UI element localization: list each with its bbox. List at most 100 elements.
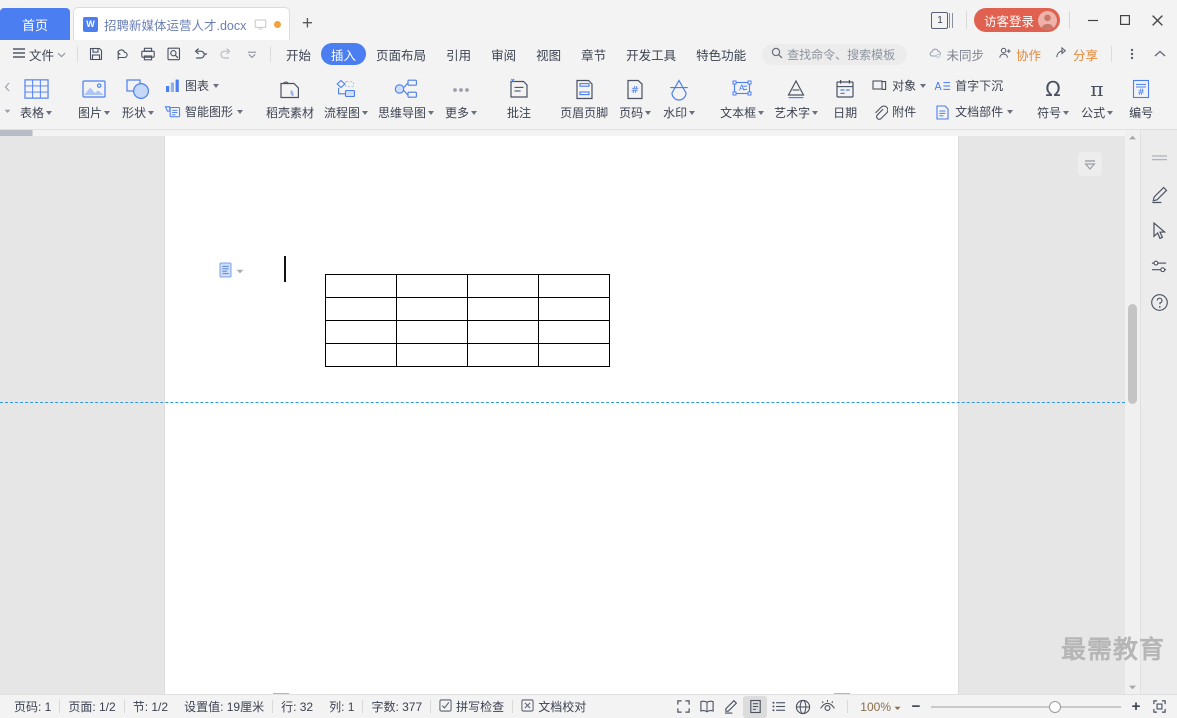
table-cell[interactable] bbox=[325, 274, 397, 298]
insert-textbox-button[interactable]: A 文本框 bbox=[715, 71, 769, 127]
page-layout-icon[interactable] bbox=[743, 695, 768, 718]
table-cell[interactable] bbox=[325, 320, 397, 344]
scroll-thumb[interactable] bbox=[1128, 304, 1137, 404]
scroll-up-arrow[interactable] bbox=[1128, 130, 1137, 144]
maximize-button[interactable] bbox=[1109, 4, 1141, 36]
outline-layout-icon[interactable] bbox=[767, 696, 791, 718]
insert-flowchart-button[interactable]: 流程图 bbox=[319, 71, 373, 127]
edit-layout-icon[interactable] bbox=[719, 696, 743, 718]
vertical-scrollbar[interactable] bbox=[1125, 130, 1140, 694]
ribbon-scroll-left[interactable] bbox=[0, 68, 14, 130]
table-cell[interactable] bbox=[538, 343, 610, 367]
zoom-slider[interactable] bbox=[931, 700, 1121, 713]
reading-layout-icon[interactable] bbox=[695, 696, 719, 718]
doc-parts-button[interactable]: 文档部件 bbox=[930, 100, 1017, 124]
customize-toolbar-icon[interactable] bbox=[239, 42, 265, 66]
scroll-track[interactable] bbox=[1125, 144, 1140, 680]
file-menu-button[interactable]: 文件 bbox=[6, 43, 72, 65]
redo-icon[interactable] bbox=[213, 42, 239, 66]
table-cell[interactable] bbox=[538, 320, 610, 344]
status-word-count[interactable]: 字数: 377 bbox=[363, 698, 430, 715]
undo-icon[interactable] bbox=[187, 42, 213, 66]
insert-formula-button[interactable]: π 公式 bbox=[1075, 71, 1119, 127]
tab-yemianbuju[interactable]: 页面布局 bbox=[366, 43, 436, 65]
tab-document[interactable]: W 招聘新媒体运营人才.docx bbox=[73, 7, 291, 40]
insert-comment-button[interactable]: 批注 bbox=[497, 71, 541, 127]
outline-icon[interactable] bbox=[1141, 140, 1177, 176]
document-table[interactable] bbox=[325, 274, 610, 367]
print-preview-icon[interactable] bbox=[161, 42, 187, 66]
cloud-sync-icon[interactable] bbox=[109, 42, 135, 66]
close-button[interactable] bbox=[1141, 4, 1173, 36]
pen-tool-icon[interactable] bbox=[1141, 176, 1177, 212]
window-count[interactable]: 1 bbox=[931, 11, 953, 29]
tab-yinyong[interactable]: 引用 bbox=[436, 43, 481, 65]
status-pages[interactable]: 页面: 1/2 bbox=[60, 698, 123, 715]
share-button[interactable]: 分享 bbox=[1049, 43, 1104, 65]
insert-mindmap-button[interactable]: 思维导图 bbox=[373, 71, 439, 127]
page-number-button[interactable]: # 页码 bbox=[613, 71, 657, 127]
insert-picture-button[interactable]: 图片 bbox=[72, 71, 116, 127]
header-footer-button[interactable]: 页眉页脚 bbox=[555, 71, 613, 127]
insert-object-button[interactable]: 对象 bbox=[867, 74, 930, 98]
table-cell[interactable] bbox=[467, 274, 539, 298]
cast-screen-icon[interactable] bbox=[252, 16, 268, 32]
insert-symbol-button[interactable]: Ω 符号 bbox=[1031, 71, 1075, 127]
scroll-down-arrow[interactable] bbox=[1128, 680, 1137, 694]
docer-material-button[interactable]: 稻壳素材 bbox=[261, 71, 319, 127]
status-setting-value[interactable]: 设置值: 19厘米 bbox=[176, 698, 272, 715]
table-row[interactable] bbox=[325, 274, 610, 298]
tab-shenyue[interactable]: 审阅 bbox=[481, 43, 526, 65]
zoom-in-button[interactable]: + bbox=[1125, 696, 1147, 718]
table-row[interactable] bbox=[325, 297, 610, 321]
help-icon[interactable] bbox=[1141, 284, 1177, 320]
document-canvas[interactable] bbox=[0, 130, 1125, 694]
table-cell[interactable] bbox=[325, 297, 397, 321]
fit-page-icon[interactable] bbox=[1147, 696, 1171, 718]
table-cell[interactable] bbox=[325, 343, 397, 367]
new-tab-button[interactable]: + bbox=[290, 7, 324, 40]
table-cell[interactable] bbox=[396, 320, 468, 344]
tab-charu[interactable]: 插入 bbox=[321, 43, 367, 65]
dropcap-button[interactable]: A 首字下沉 bbox=[930, 74, 1017, 98]
sync-status-button[interactable]: 未同步 bbox=[922, 43, 990, 65]
settings-icon[interactable] bbox=[1141, 248, 1177, 284]
status-row[interactable]: 行: 32 bbox=[273, 698, 321, 715]
table-cell[interactable] bbox=[467, 297, 539, 321]
hscroll-thumb[interactable] bbox=[0, 130, 32, 136]
insert-smartart-button[interactable]: 智能图形 bbox=[160, 100, 247, 124]
table-cell[interactable] bbox=[396, 343, 468, 367]
table-row[interactable] bbox=[325, 320, 610, 344]
tab-tesegongneng[interactable]: 特色功能 bbox=[686, 43, 756, 65]
collaborate-button[interactable]: 协作 bbox=[992, 43, 1047, 65]
insert-numbering-button[interactable]: # 编号 bbox=[1119, 71, 1163, 127]
status-section[interactable]: 节: 1/2 bbox=[125, 698, 176, 715]
print-icon[interactable] bbox=[135, 42, 161, 66]
search-input[interactable]: 查找命令、搜索模板 bbox=[762, 43, 908, 65]
table-cell[interactable] bbox=[538, 297, 610, 321]
tab-kaifagongju[interactable]: 开发工具 bbox=[616, 43, 686, 65]
horizontal-scrollbar[interactable] bbox=[0, 130, 1125, 136]
insert-chart-button[interactable]: 图表 bbox=[160, 74, 247, 98]
zoom-out-button[interactable]: − bbox=[905, 696, 927, 718]
tab-kaishi[interactable]: 开始 bbox=[276, 43, 321, 65]
table-cell[interactable] bbox=[467, 320, 539, 344]
save-icon[interactable] bbox=[83, 42, 109, 66]
caret-down-icon[interactable] bbox=[236, 263, 244, 277]
paste-options-icon[interactable] bbox=[219, 260, 245, 280]
table-cell[interactable] bbox=[467, 343, 539, 367]
status-proofread[interactable]: 文档校对 bbox=[513, 698, 594, 715]
tab-home[interactable]: 首页 bbox=[0, 8, 70, 40]
insert-wordart-button[interactable]: 艺术字 bbox=[769, 71, 823, 127]
tab-zhangjie[interactable]: 章节 bbox=[571, 43, 616, 65]
login-button[interactable]: 访客登录 bbox=[973, 8, 1060, 32]
minimize-button[interactable] bbox=[1077, 4, 1109, 36]
insert-table-button[interactable]: 表格 bbox=[14, 71, 58, 127]
watermark-button[interactable]: 水印 bbox=[657, 71, 701, 127]
zoom-level-button[interactable]: 100% bbox=[856, 700, 905, 714]
table-cell[interactable] bbox=[538, 274, 610, 298]
table-cell[interactable] bbox=[396, 297, 468, 321]
tab-shitu[interactable]: 视图 bbox=[526, 43, 571, 65]
chevron-up-icon[interactable] bbox=[1147, 42, 1173, 66]
insert-shape-button[interactable]: 形状 bbox=[116, 71, 160, 127]
